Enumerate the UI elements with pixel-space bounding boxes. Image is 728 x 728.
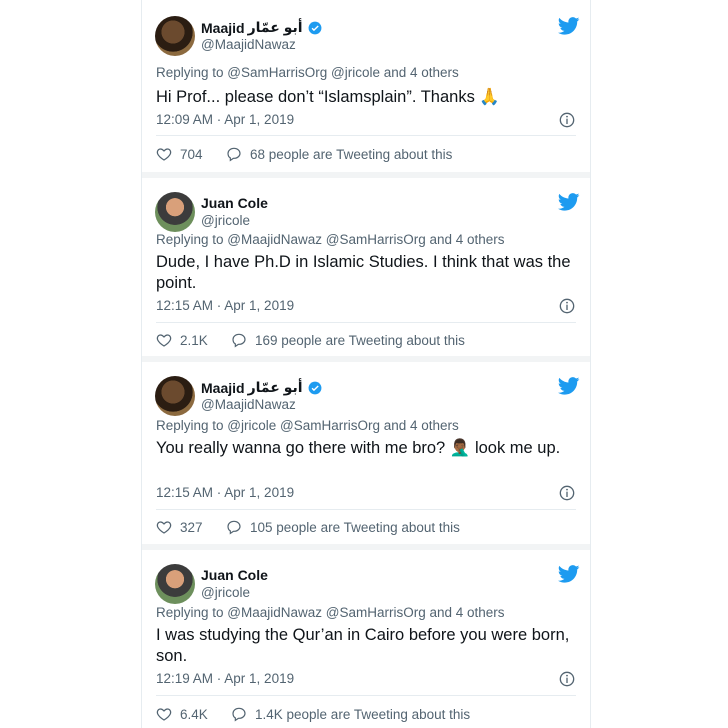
- timestamp[interactable]: 12:15 AM · Apr 1, 2019: [156, 298, 294, 313]
- twitter-bird-icon[interactable]: [558, 565, 580, 583]
- twitter-bird-icon[interactable]: [558, 17, 580, 35]
- tweeting-about-text: 169 people are Tweeting about this: [255, 332, 465, 348]
- author-handle[interactable]: @MaajidNawaz: [201, 37, 296, 52]
- info-icon[interactable]: [559, 671, 575, 687]
- author-name[interactable]: Juan Cole: [201, 567, 268, 583]
- tweeting-about[interactable]: 68 people are Tweeting about this: [226, 146, 452, 162]
- author-name[interactable]: Maajid أبو عمّار: [201, 379, 322, 396]
- timestamp[interactable]: 12:19 AM · Apr 1, 2019: [156, 671, 294, 686]
- info-icon[interactable]: [559, 298, 575, 314]
- replying-to[interactable]: Replying to @SamHarrisOrg @jricole and 4…: [156, 65, 459, 80]
- like-count[interactable]: 327: [156, 519, 203, 535]
- twitter-bird-icon[interactable]: [558, 193, 580, 211]
- replying-to[interactable]: Replying to @MaajidNawaz @SamHarrisOrg a…: [156, 605, 505, 620]
- tweet-card[interactable]: Juan Cole @jricole Replying to @MaajidNa…: [142, 550, 590, 728]
- tweet-card[interactable]: Maajid أبو عمّار @MaajidNawaz Replying t…: [142, 2, 590, 173]
- author-handle[interactable]: @jricole: [201, 213, 250, 228]
- author-display-name: Maajid: [201, 19, 245, 36]
- author-arabic-name: أبو عمّار: [247, 19, 303, 35]
- divider: [156, 322, 576, 323]
- author-handle[interactable]: @jricole: [201, 585, 250, 600]
- like-count[interactable]: 6.4K: [156, 706, 208, 722]
- tweet-card[interactable]: Maajid أبو عمّار @MaajidNawaz Replying t…: [142, 362, 590, 545]
- tweeting-about-text: 68 people are Tweeting about this: [250, 146, 453, 162]
- author-display-name: Maajid: [201, 379, 245, 396]
- avatar[interactable]: [155, 564, 195, 604]
- author-arabic-name: أبو عمّار: [247, 379, 303, 395]
- verified-badge-icon: [308, 381, 321, 394]
- like-count[interactable]: 2.1K: [156, 332, 208, 348]
- heart-icon: [156, 521, 172, 534]
- speech-bubble-icon: [227, 520, 241, 535]
- tweeting-about[interactable]: 169 people are Tweeting about this: [231, 332, 465, 348]
- heart-icon: [156, 708, 172, 721]
- timestamp[interactable]: 12:09 AM · Apr 1, 2019: [156, 112, 294, 127]
- tweeting-about[interactable]: 1.4K people are Tweeting about this: [231, 706, 470, 722]
- author-name[interactable]: Maajid أبو عمّار: [201, 19, 322, 36]
- tweet-card[interactable]: Juan Cole @jricole Replying to @MaajidNa…: [142, 178, 590, 357]
- heart-icon: [156, 334, 172, 347]
- heart-icon: [156, 148, 172, 161]
- speech-bubble-icon: [227, 147, 241, 162]
- tweet-text: Dude, I have Ph.D in Islamic Studies. I …: [156, 253, 571, 292]
- avatar[interactable]: [155, 376, 195, 416]
- tweeting-about[interactable]: 105 people are Tweeting about this: [226, 519, 460, 535]
- info-icon[interactable]: [559, 112, 575, 128]
- replying-to[interactable]: Replying to @jricole @SamHarrisOrg and 4…: [156, 418, 459, 433]
- tweet-text: Hi Prof... please don’t “Islamsplain”. T…: [156, 88, 500, 106]
- tweet-text: You really wanna go there with me bro? 🤦…: [156, 439, 561, 457]
- like-count-value: 6.4K: [180, 706, 208, 722]
- divider: [156, 135, 576, 136]
- verified-badge-icon: [308, 21, 321, 34]
- divider: [156, 509, 576, 510]
- avatar[interactable]: [155, 192, 195, 232]
- tweeting-about-text: 105 people are Tweeting about this: [250, 519, 460, 535]
- info-icon[interactable]: [559, 485, 575, 501]
- author-display-name: Juan Cole: [201, 195, 268, 211]
- timestamp[interactable]: 12:15 AM · Apr 1, 2019: [156, 485, 294, 500]
- tweet-text: I was studying the Qur’an in Cairo befor…: [156, 626, 570, 665]
- avatar[interactable]: [155, 16, 195, 56]
- author-name[interactable]: Juan Cole: [201, 195, 268, 211]
- speech-bubble-icon: [232, 333, 246, 348]
- author-handle[interactable]: @MaajidNawaz: [201, 397, 296, 412]
- like-count-value: 704: [180, 146, 203, 162]
- tweeting-about-text: 1.4K people are Tweeting about this: [255, 706, 471, 722]
- author-display-name: Juan Cole: [201, 567, 268, 583]
- like-count-value: 327: [180, 519, 203, 535]
- divider: [156, 695, 576, 696]
- twitter-bird-icon[interactable]: [558, 377, 580, 395]
- like-count[interactable]: 704: [156, 146, 203, 162]
- speech-bubble-icon: [232, 707, 246, 722]
- like-count-value: 2.1K: [180, 332, 208, 348]
- tweet-thread: Maajid أبو عمّار @MaajidNawaz Replying t…: [141, 0, 591, 728]
- replying-to[interactable]: Replying to @MaajidNawaz @SamHarrisOrg a…: [156, 232, 505, 247]
